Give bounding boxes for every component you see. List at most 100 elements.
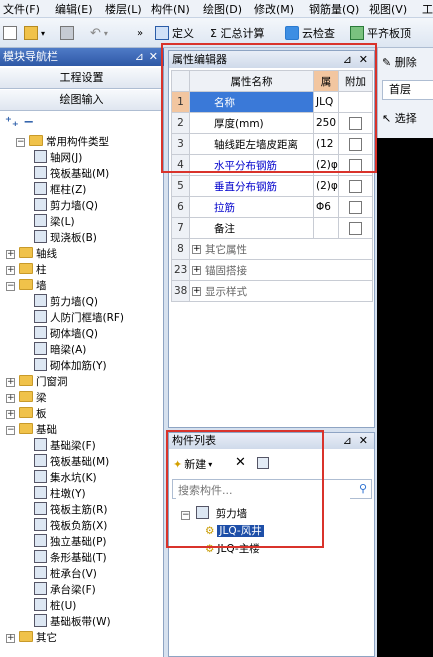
header-property-name[interactable]: 属性名称 [189, 70, 314, 92]
project-settings-button[interactable]: 工程设置 [0, 68, 163, 89]
tree-item[interactable]: 桩承台(V) [34, 566, 97, 582]
summary-calc-button[interactable]: Σ 汇总计算 [210, 24, 264, 42]
menu-tools[interactable]: 工 [422, 1, 433, 17]
property-row[interactable]: 4 水平分布钢筋 (2)φ [171, 154, 373, 176]
tree-item[interactable]: 承台梁(F) [34, 582, 96, 598]
tree-item[interactable]: 轴网(J) [34, 150, 82, 166]
select-button[interactable]: ↖ 选择 [382, 110, 417, 126]
expand-icon[interactable]: + [192, 245, 201, 254]
tree-item[interactable]: 筏板基础(M) [34, 454, 109, 470]
tree-item[interactable]: 剪力墙(Q) [34, 294, 98, 310]
cloud-check-button[interactable]: 云检查 [285, 24, 335, 42]
tree-folder[interactable]: − 常用构件类型 [16, 134, 109, 150]
tree-folder[interactable]: − 墙 [6, 278, 47, 294]
property-name[interactable]: 拉筋 [189, 196, 314, 218]
tree-item[interactable]: 人防门框墙(RF) [34, 310, 124, 326]
toolbar-overflow-icon[interactable]: » [137, 24, 143, 42]
property-row[interactable]: 3 轴线距左墙皮距离 (12 [171, 133, 373, 155]
drawing-canvas[interactable] [377, 138, 433, 657]
property-value[interactable]: (2)φ [313, 175, 339, 197]
property-name[interactable]: 垂直分布钢筋 [189, 175, 314, 197]
tree-item[interactable]: 梁(L) [34, 214, 75, 230]
attach-checkbox[interactable] [349, 200, 362, 214]
expand-icon[interactable]: + [6, 250, 15, 259]
expand-icon[interactable]: + [6, 634, 15, 643]
attach-checkbox[interactable] [349, 179, 362, 193]
flat-plate-top-button[interactable]: 平齐板顶 [350, 24, 411, 42]
drawing-input-button[interactable]: 绘图输入 [0, 90, 163, 111]
floor-selector[interactable]: 首层 [382, 80, 433, 100]
delete-button[interactable]: ✎ 删除 [382, 54, 417, 70]
component-list-item[interactable]: ⚙ JLQ-主楼 [205, 541, 260, 557]
header-attach[interactable]: 附加 [338, 70, 373, 92]
menu-floor[interactable]: 楼层(L) [105, 1, 142, 17]
pin-icon[interactable]: ⊿ [135, 48, 144, 66]
tree-item[interactable]: 独立基础(P) [34, 534, 107, 550]
menu-modify[interactable]: 修改(M) [254, 1, 294, 17]
close-icon[interactable]: ✕ [149, 48, 158, 66]
property-row[interactable]: 6 拉筋 Φ6 [171, 196, 373, 218]
tree-item[interactable]: 现浇板(B) [34, 230, 97, 246]
tree-item[interactable]: 筏板负筋(X) [34, 518, 107, 534]
save-icon[interactable] [60, 24, 77, 42]
tree-item[interactable]: 剪力墙(Q) [34, 198, 98, 214]
open-folder-icon[interactable]: ▾ [24, 24, 45, 42]
new-component-button[interactable]: ✦ 新建 ▾ [173, 455, 212, 473]
expand-icon[interactable]: + [6, 394, 15, 403]
collapse-icon[interactable]: − [16, 138, 25, 147]
copy-icon[interactable] [257, 457, 269, 469]
expand-icon[interactable]: + [192, 266, 201, 275]
tree-item[interactable]: 砌体加筋(Y) [34, 358, 107, 374]
property-name[interactable]: + 其它属性 [189, 238, 373, 260]
pin-icon[interactable]: ⊿ [343, 433, 352, 449]
search-icon[interactable]: ⚲ [359, 482, 367, 495]
menu-draw[interactable]: 绘图(D) [203, 1, 242, 17]
tree-item[interactable]: 桩(U) [34, 598, 76, 614]
tree-item[interactable]: 柱墩(Y) [34, 486, 86, 502]
tree-item[interactable]: 条形基础(T) [34, 550, 107, 566]
property-name[interactable]: + 锚固搭接 [189, 259, 373, 281]
property-name[interactable]: 轴线距左墙皮距离 [189, 133, 314, 155]
attach-checkbox[interactable] [349, 221, 362, 235]
component-search-input[interactable] [176, 481, 350, 499]
property-value[interactable]: 250 [313, 112, 339, 134]
property-row[interactable]: 2 厚度(mm) 250 [171, 112, 373, 134]
property-row[interactable]: 38 + 显示样式 [171, 280, 373, 302]
property-row[interactable]: 8 + 其它属性 [171, 238, 373, 260]
expand-collapse-all-icon[interactable]: ⁺₊ − [5, 115, 45, 131]
property-name[interactable]: 厚度(mm) [189, 112, 314, 134]
menu-rebar-qty[interactable]: 钢筋量(Q) [309, 1, 359, 17]
header-property-value[interactable]: 属 [313, 70, 339, 92]
property-value[interactable] [313, 217, 339, 239]
tree-item[interactable]: 暗梁(A) [34, 342, 86, 358]
collapse-icon[interactable]: − [181, 511, 190, 520]
expand-icon[interactable]: + [6, 378, 15, 387]
tree-folder[interactable]: + 其它 [6, 630, 57, 646]
tree-folder[interactable]: − 基础 [6, 422, 57, 438]
menu-view[interactable]: 视图(V) [369, 1, 407, 17]
close-icon[interactable]: ✕ [359, 51, 368, 68]
close-icon[interactable]: ✕ [359, 433, 368, 449]
property-name[interactable]: 备注 [189, 217, 314, 239]
tree-folder[interactable]: + 轴线 [6, 246, 57, 262]
menu-component[interactable]: 构件(N) [151, 1, 190, 17]
collapse-icon[interactable]: − [6, 426, 15, 435]
tree-item[interactable]: 集水坑(K) [34, 470, 97, 486]
undo-icon[interactable]: ↶ ▾ [90, 24, 108, 42]
property-value[interactable]: JLQ [313, 91, 339, 113]
component-tree-root[interactable]: − 剪力墙 [181, 506, 247, 521]
new-file-icon[interactable] [3, 24, 20, 42]
tree-item[interactable]: 筏板基础(M) [34, 166, 109, 182]
property-row[interactable]: 23 + 锚固搭接 [171, 259, 373, 281]
property-row[interactable]: 5 垂直分布钢筋 (2)φ [171, 175, 373, 197]
property-name[interactable]: 水平分布钢筋 [189, 154, 314, 176]
property-row[interactable]: 7 备注 [171, 217, 373, 239]
tree-item[interactable]: 基础梁(F) [34, 438, 96, 454]
property-value[interactable]: (2)φ [313, 154, 339, 176]
tree-folder[interactable]: + 柱 [6, 262, 47, 278]
tree-item[interactable]: 框柱(Z) [34, 182, 86, 198]
property-value[interactable]: (12 [313, 133, 339, 155]
attach-checkbox[interactable] [349, 158, 362, 172]
tree-item[interactable]: 基础板带(W) [34, 614, 111, 630]
expand-icon[interactable]: + [6, 266, 15, 275]
